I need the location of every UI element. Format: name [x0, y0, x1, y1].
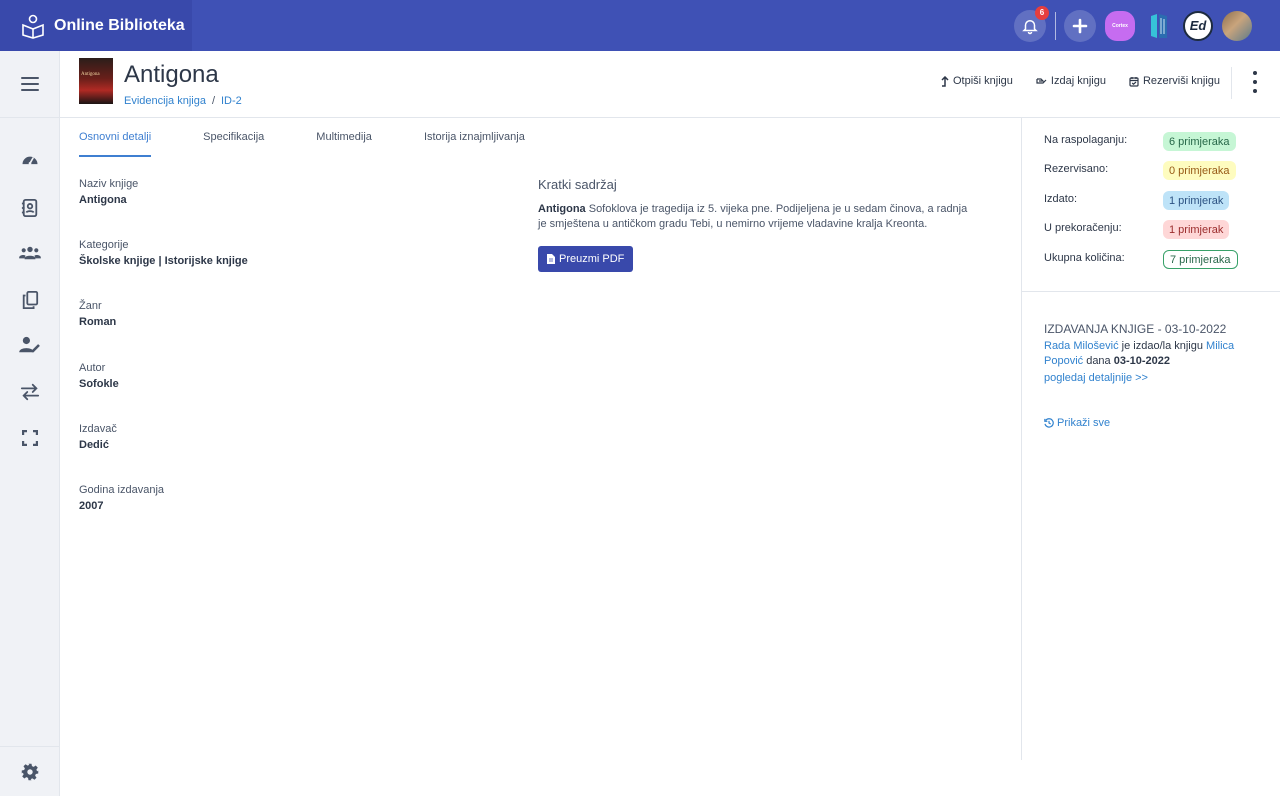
stat-issued: Izdato: 1 primjerak [1044, 191, 1260, 211]
tab-multimedia[interactable]: Multimedija [316, 131, 372, 157]
book-summary: Kratki sadržaj Antigona Sofoklova je tra… [538, 177, 978, 272]
level-up-icon [941, 75, 949, 87]
detail-genre: Žanr Roman [79, 300, 117, 328]
badge-issued: 1 primjerak [1163, 191, 1230, 210]
sidebar-item-fullscreen[interactable] [0, 423, 60, 453]
download-pdf-button[interactable]: Preuzmi PDF [538, 246, 634, 272]
top-divider [1055, 11, 1056, 40]
show-all-link[interactable]: Prikaži sve [1044, 417, 1110, 429]
hand-book-icon [1036, 78, 1047, 84]
issue-heading: IZDAVANJA KNJIGE - 03-10-2022 [1044, 322, 1227, 336]
tab-rental-history[interactable]: Istorija iznajmljivanja [424, 131, 525, 157]
stat-available: Na raspolaganju: 6 primjeraka [1044, 132, 1260, 152]
sidebar-item-books[interactable] [0, 285, 60, 315]
menu-toggle[interactable] [0, 51, 60, 118]
right-panel: Na raspolaganju: 6 primjeraka Rezervisan… [1021, 118, 1280, 760]
top-bar: Online Biblioteka 6 Cortex Ed [0, 0, 1280, 51]
page-header: Antigona Antigona Evidencija knjiga / ID-2… [60, 51, 1280, 118]
dashboard-gauge-icon [22, 156, 38, 165]
librarian-link[interactable]: Rada Milošević [1044, 340, 1119, 352]
header-actions: Otpiši knjigu Izdaj knjigu Rezerviši knj… [917, 75, 1220, 87]
sidebar-item-settings[interactable] [0, 746, 60, 796]
detail-categories: Kategorije Školske knjige | Istorijske k… [79, 239, 248, 267]
breadcrumb-separator: / [211, 95, 215, 107]
sidebar-item-dashboard[interactable] [0, 145, 60, 175]
cortex-app-icon[interactable]: Cortex [1105, 10, 1135, 41]
notifications-button[interactable]: 6 [1014, 5, 1049, 42]
dot [1253, 89, 1257, 93]
brand[interactable]: Online Biblioteka [0, 0, 192, 51]
history-icon [1044, 418, 1054, 428]
tab-specification[interactable]: Specifikacija [203, 131, 264, 157]
issue-text: Rada Milošević je izdao/la knjigu Milica… [1044, 340, 1235, 367]
sidebar-item-authors[interactable] [0, 330, 60, 360]
copy-documents-icon [22, 291, 39, 309]
user-avatar[interactable] [1222, 10, 1252, 41]
bell-icon [1022, 19, 1038, 34]
users-icon [19, 246, 41, 260]
breadcrumb-book-id[interactable]: ID-2 [221, 95, 242, 107]
library-app-icon[interactable] [1144, 11, 1174, 41]
detail-year: Godina izdavanja 2007 [79, 484, 165, 512]
detail-author: Autor Sofokle [79, 362, 119, 390]
summary-text: Antigona Sofoklova je tragedija iz 5. vi… [538, 203, 968, 230]
dot [1253, 80, 1257, 84]
badge-available: 6 primjeraka [1163, 132, 1236, 151]
reserve-book-button[interactable]: Rezerviši knjigu [1129, 75, 1220, 87]
file-pdf-icon [547, 254, 555, 264]
exchange-arrows-icon [20, 383, 40, 401]
more-options-button[interactable] [1250, 71, 1260, 93]
badge-reserved: 0 primjeraka [1163, 161, 1236, 180]
stat-total: Ukupna količina: 7 primjeraka [1044, 250, 1260, 270]
gear-icon [21, 763, 39, 780]
badge-overdue: 1 primjerak [1163, 220, 1230, 239]
sidebar-item-librarians[interactable] [0, 193, 60, 223]
add-button[interactable] [1064, 9, 1096, 42]
sidebar-item-students[interactable] [0, 238, 60, 268]
ed-app-icon[interactable]: Ed [1183, 10, 1213, 41]
stat-overdue: U prekoračenju: 1 primjerak [1044, 220, 1260, 240]
detail-title: Naziv knjige Antigona [79, 178, 139, 206]
sidebar-item-transactions[interactable] [0, 377, 60, 407]
address-book-icon [21, 199, 38, 217]
hamburger-icon [21, 77, 39, 91]
tab-basic-details[interactable]: Osnovni detalji [79, 131, 152, 157]
sidebar [0, 51, 60, 796]
write-off-button[interactable]: Otpiši knjigu [940, 75, 1013, 87]
brand-name: Online Biblioteka [54, 16, 185, 34]
view-details-link[interactable]: pogledaj detaljnije >> [1044, 371, 1244, 386]
dot [1253, 71, 1257, 75]
books-icon [1151, 13, 1167, 38]
tabs: Osnovni detalji Specifikacija Multimedij… [79, 131, 577, 157]
breadcrumb-books[interactable]: Evidencija knjiga [124, 95, 206, 107]
actions-divider [1231, 67, 1232, 99]
plus-icon [1072, 18, 1088, 33]
page-title: Antigona [124, 61, 219, 88]
notification-count: 6 [1035, 5, 1049, 20]
book-cover: Antigona [79, 58, 113, 104]
issue-book-button[interactable]: Izdaj knjigu [1036, 75, 1106, 87]
library-logo-icon [22, 14, 44, 39]
panel-divider [1022, 291, 1280, 292]
user-edit-icon [19, 336, 40, 353]
breadcrumb: Evidencija knjiga / ID-2 [124, 95, 242, 107]
expand-icon [22, 430, 38, 446]
issue-record: IZDAVANJA KNJIGE - 03-10-2022 Rada Miloš… [1044, 322, 1244, 386]
badge-total: 7 primjeraka [1163, 250, 1238, 269]
stat-reserved: Rezervisano: 0 primjeraka [1044, 161, 1260, 181]
summary-heading: Kratki sadržaj [538, 177, 617, 192]
calendar-check-icon [1129, 76, 1139, 87]
detail-publisher: Izdavač Dedić [79, 423, 117, 451]
